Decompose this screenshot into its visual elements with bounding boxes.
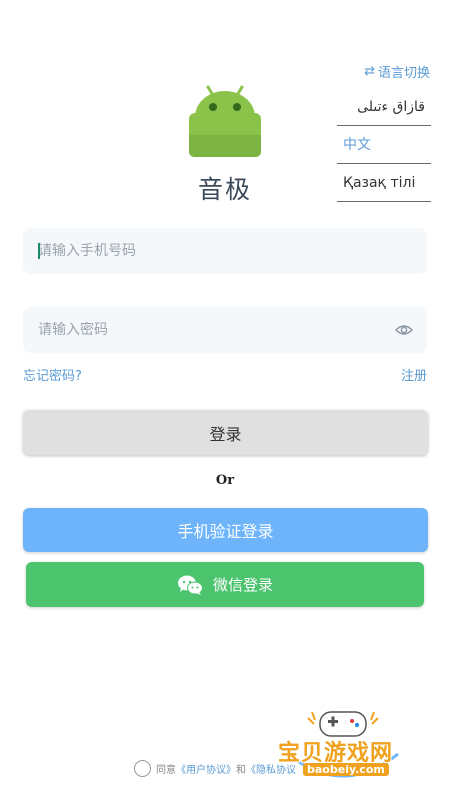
phone-input[interactable] [23, 228, 427, 274]
language-option-chinese[interactable]: 中文 [337, 126, 431, 164]
watermark-url: baobeiy.com [303, 763, 389, 776]
android-logo-icon [189, 85, 261, 157]
forgot-password-link[interactable]: 忘记密码? [23, 365, 82, 384]
language-switch-label: 语言切换 [377, 66, 430, 81]
agree-checkbox[interactable] [134, 760, 151, 777]
password-field-container [23, 307, 427, 353]
swap-icon: ⇄ [364, 64, 375, 79]
password-input[interactable] [23, 307, 427, 353]
eye-icon[interactable] [395, 322, 413, 338]
language-switch[interactable]: ⇄ 语言切换 [364, 62, 430, 81]
user-agreement-link[interactable]: 《用户协议》 [176, 761, 236, 776]
wechat-login-button[interactable]: 微信登录 [26, 562, 424, 607]
phone-code-login-button[interactable]: 手机验证登录 [23, 508, 428, 552]
login-button[interactable]: 登录 [23, 410, 428, 455]
agreement-and: 和 [236, 765, 246, 776]
agreement-prefix: 同意 [156, 765, 176, 776]
or-divider: Or [215, 473, 235, 488]
wechat-icon [177, 575, 203, 595]
phone-field-container [23, 228, 427, 274]
register-link[interactable]: 注册 [401, 365, 427, 384]
language-option-kazakh-arabic[interactable]: قازاق ءتىلى [337, 88, 431, 126]
app-name: 音极 [197, 175, 252, 204]
text-cursor [38, 243, 40, 259]
wechat-login-label: 微信登录 [212, 576, 273, 594]
